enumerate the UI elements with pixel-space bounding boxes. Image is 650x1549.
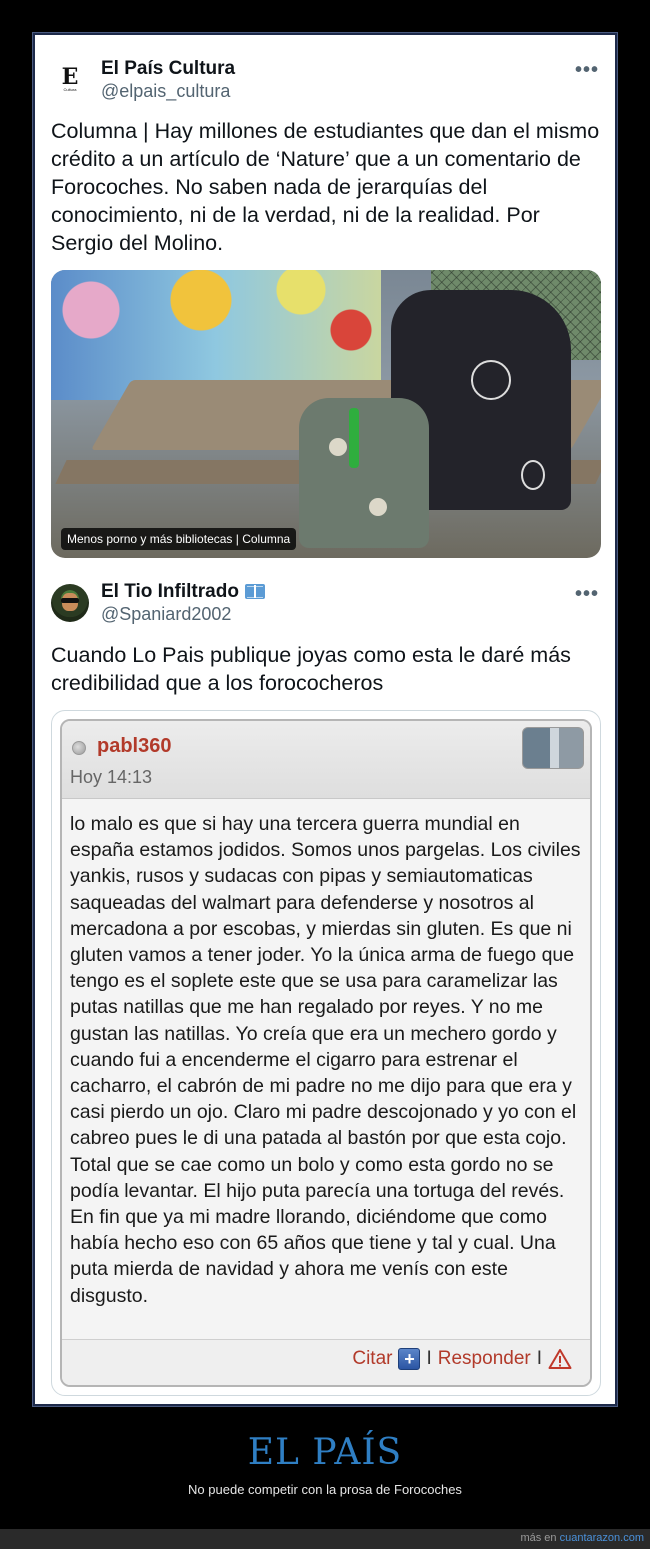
forum-post: pabl360 Hoy 14:13 lo malo es que si hay … bbox=[60, 719, 592, 1387]
tweet-header: El Tio Infiltrado @Spaniard2002 bbox=[51, 580, 265, 625]
site-footer-bar: más en cuantarazon.com bbox=[0, 1529, 650, 1549]
forum-timestamp: Hoy 14:13 bbox=[70, 767, 153, 787]
hoodie-mark-graphic bbox=[521, 460, 545, 490]
more-prefix: más en bbox=[520, 1532, 557, 1544]
tweet-header: E Cultura El País Cultura @elpais_cultur… bbox=[51, 57, 235, 102]
more-at: más en cuantarazon.com bbox=[520, 1532, 644, 1544]
more-options-icon[interactable]: ••• bbox=[575, 583, 599, 606]
offline-status-icon bbox=[72, 741, 86, 755]
author-name-row[interactable]: El Tio Infiltrado bbox=[101, 580, 265, 603]
quoted-image[interactable]: pabl360 Hoy 14:13 lo malo es que si hay … bbox=[51, 710, 601, 1396]
forum-post-header: pabl360 Hoy 14:13 bbox=[62, 721, 590, 799]
separator: I bbox=[536, 1348, 542, 1369]
card-caption[interactable]: Menos porno y más bibliotecas | Columna bbox=[61, 528, 297, 550]
avatar[interactable]: E Cultura bbox=[51, 60, 89, 99]
avatar-letter: E bbox=[61, 64, 79, 90]
meme-headline: EL PAÍS bbox=[247, 1432, 403, 1473]
report-warning-icon[interactable] bbox=[548, 1348, 572, 1370]
avatar-glasses-graphic bbox=[61, 597, 79, 603]
author-name[interactable]: El Tio Infiltrado bbox=[101, 580, 239, 603]
site-link[interactable]: cuantarazon.com bbox=[560, 1532, 644, 1544]
article-card-image[interactable]: Menos porno y más bibliotecas | Columna bbox=[51, 270, 601, 558]
avatar[interactable] bbox=[51, 583, 89, 622]
avatar-subtitle: Cultura bbox=[63, 87, 77, 92]
keychain-graphic bbox=[349, 408, 359, 468]
more-options-icon[interactable]: ••• bbox=[575, 59, 599, 82]
forum-user-avatar[interactable] bbox=[522, 727, 584, 769]
author-name[interactable]: El País Cultura bbox=[101, 57, 235, 80]
hoodie-smiley-graphic bbox=[471, 360, 511, 400]
forum-post-footer: Citar + I Responder I bbox=[62, 1339, 590, 1385]
author-handle[interactable]: @Spaniard2002 bbox=[101, 603, 265, 625]
forum-username[interactable]: pabl360 bbox=[97, 735, 171, 758]
tweet-text: Columna | Hay millones de estudiantes qu… bbox=[51, 119, 600, 255]
tweet-text: Cuando Lo Pais publique joyas como esta … bbox=[51, 643, 571, 695]
backpack-graphic bbox=[299, 398, 429, 548]
meme-subline: No puede competir con la prosa de Foroco… bbox=[188, 1482, 462, 1497]
multiquote-plus-icon[interactable]: + bbox=[398, 1348, 421, 1370]
pin-graphic bbox=[329, 438, 347, 456]
separator: I bbox=[426, 1348, 432, 1369]
quote-link[interactable]: Citar bbox=[352, 1348, 392, 1370]
pin-graphic bbox=[369, 498, 387, 516]
book-icon bbox=[244, 584, 265, 599]
forum-post-body: lo malo es que si hay una tercera guerra… bbox=[70, 813, 581, 1307]
meme-frame: E Cultura El País Cultura @elpais_cultur… bbox=[32, 32, 618, 1407]
reply-link[interactable]: Responder bbox=[438, 1348, 531, 1370]
author-handle[interactable]: @elpais_cultura bbox=[101, 80, 235, 102]
